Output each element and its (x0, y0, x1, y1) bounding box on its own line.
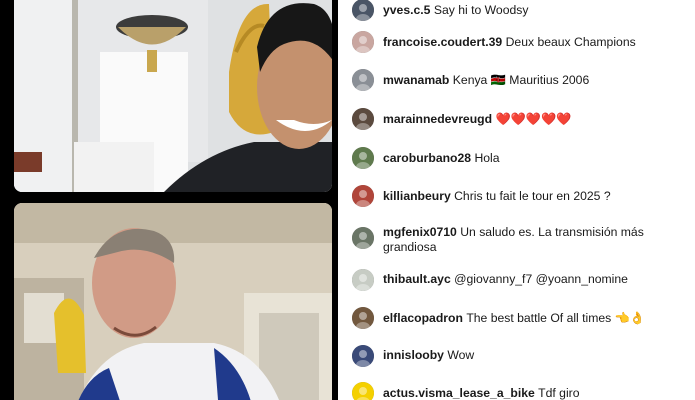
user-avatar[interactable] (352, 382, 374, 400)
avatar-image (352, 108, 374, 130)
user-avatar[interactable] (352, 69, 374, 91)
user-avatar[interactable] (352, 0, 374, 21)
comment-username[interactable]: marainnedevreugd (383, 112, 492, 126)
comment-text: Wow (447, 348, 475, 362)
comment-username[interactable]: mgfenix0710 (383, 225, 457, 239)
comment-text: Deux beaux Champions (505, 35, 636, 49)
guest-video-image (14, 203, 332, 400)
comment-text: Tdf giro (538, 386, 580, 400)
avatar-image (352, 147, 374, 169)
comment-username[interactable]: innislooby (383, 348, 444, 362)
avatar-image (352, 382, 374, 400)
comment-username[interactable]: elflacopadron (383, 311, 463, 325)
comment-text: Kenya 🇰🇪 Mauritius 2006 (452, 73, 590, 87)
comment-username[interactable]: francoise.coudert.39 (383, 35, 502, 49)
live-comments-panel[interactable]: yves.c.5 Say hi to Woodsy francoise.coud… (338, 0, 695, 400)
user-avatar[interactable] (352, 31, 374, 53)
video-pane (0, 0, 338, 400)
user-avatar[interactable] (352, 147, 374, 169)
avatar-image (352, 269, 374, 291)
comment-username[interactable]: yves.c.5 (383, 3, 430, 17)
avatar-image (352, 185, 374, 207)
comment-text: The best battle Of all times 👈👌 (466, 311, 646, 325)
avatar-image (352, 307, 374, 329)
guest-video-feed[interactable] (14, 203, 332, 400)
avatar-image (352, 69, 374, 91)
avatar-image (352, 345, 374, 367)
comment-text: Say hi to Woodsy (433, 3, 529, 17)
user-avatar[interactable] (352, 227, 374, 249)
comment-username[interactable]: mwanamab (383, 73, 449, 87)
comment-username[interactable]: caroburbano28 (383, 151, 471, 165)
user-avatar[interactable] (352, 269, 374, 291)
host-video-feed[interactable] (14, 0, 332, 192)
comment-text: Hola (474, 151, 500, 165)
user-avatar[interactable] (352, 307, 374, 329)
host-video-image (14, 0, 332, 192)
user-avatar[interactable] (352, 345, 374, 367)
avatar-image (352, 227, 374, 249)
comment-username[interactable]: killianbeury (383, 189, 451, 203)
comment-username[interactable]: actus.visma_lease_a_bike (383, 386, 535, 400)
avatar-image (352, 31, 374, 53)
comment-text: @giovanny_f7 @yoann_nomine (454, 272, 628, 286)
comment-text: Chris tu fait le tour en 2025 ? (454, 189, 611, 203)
comment-username[interactable]: thibault.ayc (383, 272, 451, 286)
avatar-image (352, 0, 374, 21)
comment-text: ❤️❤️❤️❤️❤️ (495, 112, 572, 126)
user-avatar[interactable] (352, 185, 374, 207)
user-avatar[interactable] (352, 108, 374, 130)
